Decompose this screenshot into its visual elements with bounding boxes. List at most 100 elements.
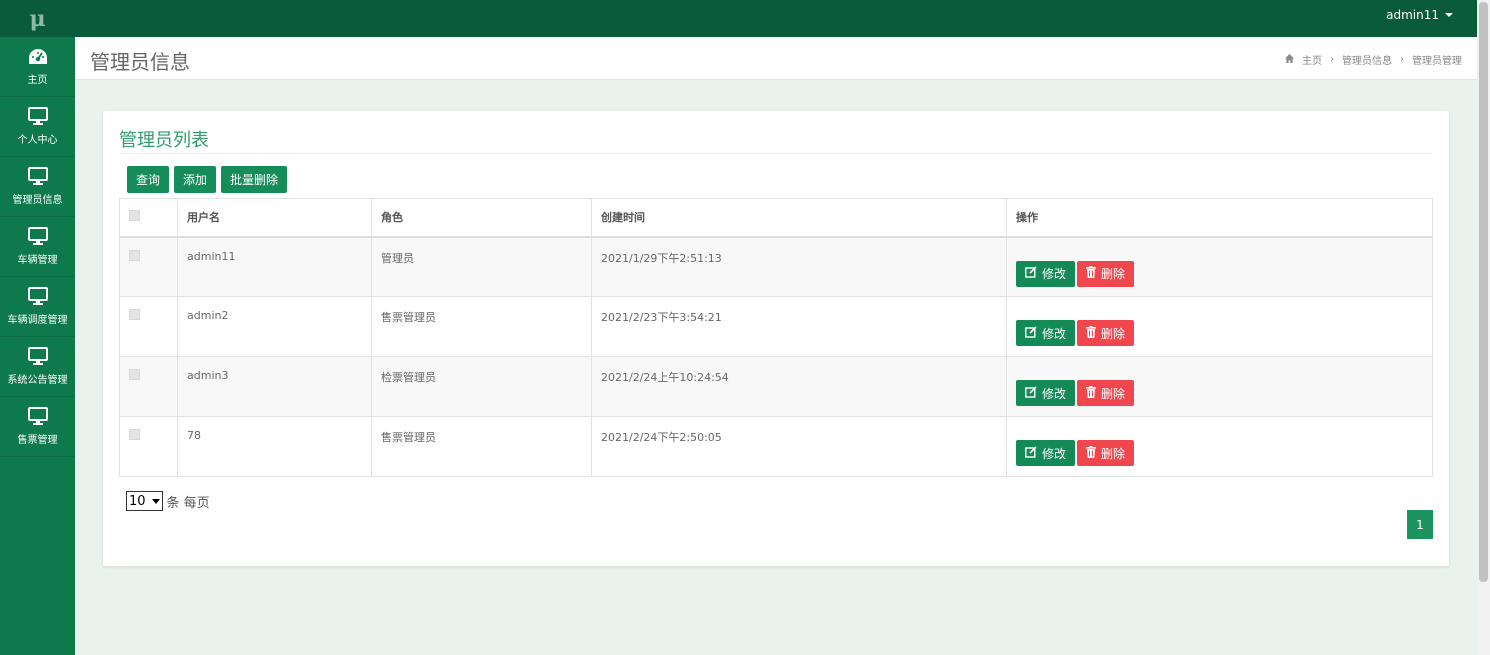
user-name: admin11: [1386, 8, 1439, 22]
username-cell: admin3: [177, 356, 372, 417]
user-menu[interactable]: admin11: [1386, 8, 1453, 22]
divider: [119, 153, 1433, 154]
monitor-icon: [27, 347, 48, 365]
trash-icon: [1086, 385, 1097, 401]
edit-icon: [1025, 266, 1037, 281]
breadcrumb: 主页 › 管理员信息 › 管理员管理: [1285, 52, 1462, 67]
column-header[interactable]: 创建时间: [591, 198, 1007, 238]
edit-label: 修改: [1042, 386, 1067, 401]
delete-label: 删除: [1101, 446, 1126, 461]
delete-button[interactable]: 删除: [1077, 260, 1135, 287]
edit-icon: [1025, 445, 1037, 461]
page-size-select[interactable]: 10: [126, 491, 163, 511]
dashboard-icon: [28, 47, 48, 65]
edit-button[interactable]: 修改: [1016, 440, 1076, 466]
monitor-icon: [27, 167, 48, 185]
sidebar-item-label: 管理员信息: [12, 195, 63, 206]
actions-cell: 修改 删除: [1006, 236, 1433, 297]
trash-icon: [1086, 325, 1097, 341]
edit-button[interactable]: 修改: [1016, 260, 1076, 287]
created-cell: 2021/1/29下午2:51:13: [591, 236, 1007, 297]
table-row: admin11 管理员 2021/1/29下午2:51:13 修改 删除: [119, 236, 1433, 297]
column-header[interactable]: 用户名: [177, 198, 372, 238]
role-cell: 检票管理员: [371, 356, 592, 417]
home-icon: [1285, 53, 1294, 66]
select-all-cell: [119, 198, 178, 238]
delete-label: 删除: [1101, 267, 1126, 281]
table-header-row: 用户名 角色 创建时间 操作: [119, 198, 1433, 238]
delete-button[interactable]: 删除: [1077, 320, 1135, 346]
monitor-icon: [27, 287, 48, 305]
app-logo[interactable]: μ: [0, 0, 75, 37]
row-checkbox[interactable]: [129, 249, 140, 261]
chevron-right-icon: ›: [1400, 54, 1404, 65]
monitor-icon: [27, 407, 48, 425]
query-button[interactable]: 查询: [127, 166, 170, 193]
chevron-right-icon: ›: [1330, 54, 1334, 65]
scrollbar[interactable]: [1477, 0, 1490, 655]
created-cell: 2021/2/24下午2:50:05: [591, 416, 1007, 477]
edit-label: 修改: [1042, 326, 1067, 341]
breadcrumb-current: 管理员管理: [1412, 56, 1462, 67]
sidebar-item-admin-info[interactable]: 管理员信息: [0, 157, 75, 217]
admin-list-panel: 管理员列表 查询 添加 批量删除 用户名 角色 创建时间 操作 admin11 …: [103, 111, 1449, 566]
page-header: 管理员信息 主页 › 管理员信息 › 管理员管理: [75, 37, 1477, 80]
table-row: 78 售票管理员 2021/2/24下午2:50:05 修改 删除: [119, 416, 1433, 477]
sidebar-item-label: 车辆管理: [17, 255, 58, 266]
panel-title: 管理员列表: [119, 130, 209, 151]
edit-icon: [1025, 325, 1037, 341]
row-checkbox[interactable]: [129, 429, 140, 440]
toolbar: 查询 添加 批量删除: [127, 166, 288, 193]
row-select-cell: [119, 296, 178, 357]
column-header[interactable]: 角色: [371, 198, 592, 238]
row-checkbox[interactable]: [129, 369, 140, 380]
username-cell: admin11: [177, 236, 372, 297]
monitor-icon: [27, 227, 48, 245]
admin-table: 用户名 角色 创建时间 操作 admin11 管理员 2021/1/29下午2:…: [119, 198, 1433, 477]
edit-label: 修改: [1042, 446, 1067, 461]
sidebar-item-vehicle[interactable]: 车辆管理: [0, 217, 75, 277]
monitor-icon: [27, 107, 48, 125]
page-size-value: 10: [129, 493, 146, 509]
edit-button[interactable]: 修改: [1016, 320, 1076, 346]
add-button[interactable]: 添加: [174, 166, 217, 193]
delete-button[interactable]: 删除: [1077, 440, 1135, 466]
table-row: admin3 检票管理员 2021/2/24上午10:24:54 修改 删除: [119, 356, 1433, 417]
sidebar-item-notice[interactable]: 系统公告管理: [0, 337, 75, 397]
sidebar-item-dispatch[interactable]: 车辆调度管理: [0, 277, 75, 337]
breadcrumb-home[interactable]: 主页: [1302, 52, 1322, 67]
sidebar-item-label: 系统公告管理: [7, 375, 68, 386]
page-button-current[interactable]: 1: [1407, 510, 1433, 539]
row-select-cell: [119, 236, 178, 297]
created-cell: 2021/2/23下午3:54:21: [591, 296, 1007, 357]
page-size-control: 10 条 每页: [126, 491, 210, 511]
table-row: admin2 售票管理员 2021/2/23下午3:54:21 修改 删除: [119, 296, 1433, 357]
sidebar-item-personal-center[interactable]: 个人中心: [0, 97, 75, 157]
actions-cell: 修改 删除: [1006, 356, 1433, 417]
per-page-label: 条 每页: [166, 495, 210, 511]
username-cell: 78: [177, 416, 372, 477]
page-title: 管理员信息: [90, 50, 190, 74]
role-cell: 管理员: [371, 236, 592, 297]
role-cell: 售票管理员: [371, 296, 592, 357]
row-checkbox[interactable]: [129, 309, 140, 320]
actions-cell: 修改 删除: [1006, 416, 1433, 477]
scrollbar-thumb[interactable]: [1479, 2, 1488, 582]
sidebar-item-ticket[interactable]: 售票管理: [0, 397, 75, 457]
breadcrumb-admin-info[interactable]: 管理员信息: [1342, 52, 1392, 67]
row-select-cell: [119, 416, 178, 477]
sidebar-item-home[interactable]: 主页: [0, 37, 75, 97]
actions-cell: 修改 删除: [1006, 296, 1433, 357]
edit-button[interactable]: 修改: [1016, 380, 1076, 406]
sidebar-item-label: 售票管理: [17, 435, 58, 446]
delete-button[interactable]: 删除: [1077, 380, 1135, 406]
edit-label: 修改: [1042, 267, 1067, 281]
row-select-cell: [119, 356, 178, 417]
column-header: 操作: [1006, 198, 1433, 238]
batch-delete-button[interactable]: 批量删除: [221, 166, 288, 193]
sidebar-item-label: 个人中心: [17, 135, 58, 146]
top-bar: μ admin11: [0, 0, 1477, 37]
created-cell: 2021/2/24上午10:24:54: [591, 356, 1007, 417]
select-all-checkbox[interactable]: [129, 210, 140, 222]
chevron-down-icon: [151, 498, 160, 504]
